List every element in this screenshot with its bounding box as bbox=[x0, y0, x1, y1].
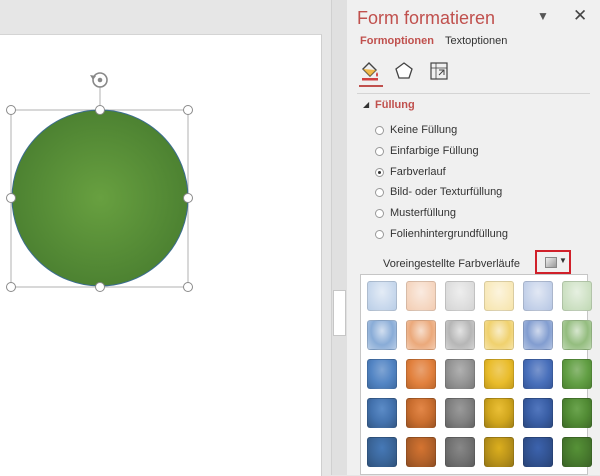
gradient-preset-blue-5[interactable] bbox=[367, 437, 397, 467]
gradient-preset-gold-3[interactable] bbox=[484, 359, 514, 389]
resize-handle-ne[interactable] bbox=[183, 105, 193, 115]
radio-label: Keine Füllung bbox=[390, 124, 458, 136]
preset-gradients-gallery bbox=[360, 274, 592, 475]
resize-handle-sw[interactable] bbox=[6, 282, 16, 292]
vertical-scrollbar[interactable] bbox=[331, 0, 347, 475]
radio-button[interactable] bbox=[375, 187, 384, 197]
resize-handle-s[interactable] bbox=[95, 282, 105, 292]
radio-label: Folienhintergrundfüllung bbox=[390, 228, 509, 240]
gradient-preset-orange-1[interactable] bbox=[406, 281, 436, 311]
resize-handle-e[interactable] bbox=[183, 193, 193, 203]
gradient-preset-gold-5[interactable] bbox=[484, 437, 514, 467]
gradient-preset-blue-2[interactable] bbox=[367, 320, 397, 350]
radio-solid-fill[interactable]: Einfarbige Füllung bbox=[375, 143, 479, 159]
radio-slide-background-fill[interactable]: Folienhintergrundfüllung bbox=[375, 226, 508, 242]
gradient-preset-green-2[interactable] bbox=[562, 320, 592, 350]
radio-label: Einfarbige Füllung bbox=[390, 145, 479, 157]
gradient-preset-blue-3[interactable] bbox=[367, 359, 397, 389]
gradient-preset-green-5[interactable] bbox=[562, 437, 592, 467]
fill-line-icon[interactable] bbox=[359, 60, 381, 82]
resize-handle-n[interactable] bbox=[95, 105, 105, 115]
radio-label: Bild- oder Texturfüllung bbox=[390, 186, 503, 198]
gradient-preset-green-4[interactable] bbox=[562, 398, 592, 428]
gradient-preset-orange-3[interactable] bbox=[406, 359, 436, 389]
gradient-preset-navy-1[interactable] bbox=[523, 281, 553, 311]
chevron-down-icon: ▼ bbox=[559, 256, 567, 265]
tab-shape-options[interactable]: Formoptionen bbox=[360, 35, 434, 47]
resize-handle-se[interactable] bbox=[183, 282, 193, 292]
gradient-preset-orange-2[interactable] bbox=[406, 320, 436, 350]
gradient-preset-gold-1[interactable] bbox=[484, 281, 514, 311]
size-properties-icon[interactable] bbox=[428, 60, 450, 82]
gradient-preset-gold-2[interactable] bbox=[484, 320, 514, 350]
close-icon[interactable]: ✕ bbox=[573, 6, 587, 26]
selected-shape[interactable] bbox=[0, 60, 200, 300]
pane-title: Form formatieren bbox=[357, 8, 496, 28]
radio-button-checked[interactable] bbox=[375, 167, 384, 177]
expand-triangle-icon[interactable]: ◢ bbox=[363, 100, 369, 109]
gradient-preset-gray-1[interactable] bbox=[445, 281, 475, 311]
radio-button[interactable] bbox=[375, 208, 384, 218]
resize-handle-nw[interactable] bbox=[6, 105, 16, 115]
gradient-preset-gold-4[interactable] bbox=[484, 398, 514, 428]
gradient-swatch-icon bbox=[545, 257, 557, 268]
scrollbar-thumb[interactable] bbox=[333, 290, 346, 336]
gradient-preset-orange-5[interactable] bbox=[406, 437, 436, 467]
gradient-preset-blue-4[interactable] bbox=[367, 398, 397, 428]
radio-pattern-fill[interactable]: Musterfüllung bbox=[375, 205, 456, 221]
gradient-preset-orange-4[interactable] bbox=[406, 398, 436, 428]
radio-label: Musterfüllung bbox=[390, 207, 457, 219]
radio-gradient-fill[interactable]: Farbverlauf bbox=[375, 164, 446, 180]
active-category-indicator bbox=[359, 85, 383, 87]
radio-button[interactable] bbox=[375, 229, 384, 239]
radio-no-fill[interactable]: Keine Füllung bbox=[375, 122, 457, 138]
gradient-preset-navy-4[interactable] bbox=[523, 398, 553, 428]
gradient-preset-gray-3[interactable] bbox=[445, 359, 475, 389]
gradient-preset-gray-2[interactable] bbox=[445, 320, 475, 350]
triangle-down-icon[interactable]: ▼ bbox=[537, 9, 549, 23]
radio-picture-fill[interactable]: Bild- oder Texturfüllung bbox=[375, 184, 502, 200]
gradient-preset-navy-5[interactable] bbox=[523, 437, 553, 467]
divider bbox=[357, 93, 590, 94]
section-title-fill[interactable]: Füllung bbox=[375, 99, 415, 111]
resize-handle-w[interactable] bbox=[6, 193, 16, 203]
gradient-preset-navy-3[interactable] bbox=[523, 359, 553, 389]
gradient-preset-gray-4[interactable] bbox=[445, 398, 475, 428]
radio-button[interactable] bbox=[375, 146, 384, 156]
gradient-preset-blue-1[interactable] bbox=[367, 281, 397, 311]
gradient-preset-green-3[interactable] bbox=[562, 359, 592, 389]
gradient-preset-navy-2[interactable] bbox=[523, 320, 553, 350]
tab-text-options[interactable]: Textoptionen bbox=[445, 35, 507, 47]
radio-label: Farbverlauf bbox=[390, 166, 446, 178]
preset-gradients-dropdown-button[interactable]: ▼ bbox=[535, 250, 571, 274]
preset-gradients-label: Voreingestellte Farbverläufe bbox=[383, 258, 520, 270]
rotate-handle-icon[interactable] bbox=[90, 72, 108, 88]
green-circle-shape[interactable] bbox=[11, 109, 189, 287]
effects-pentagon-icon[interactable] bbox=[393, 60, 415, 82]
gradient-preset-gray-5[interactable] bbox=[445, 437, 475, 467]
radio-button[interactable] bbox=[375, 125, 384, 135]
gradient-preset-green-1[interactable] bbox=[562, 281, 592, 311]
